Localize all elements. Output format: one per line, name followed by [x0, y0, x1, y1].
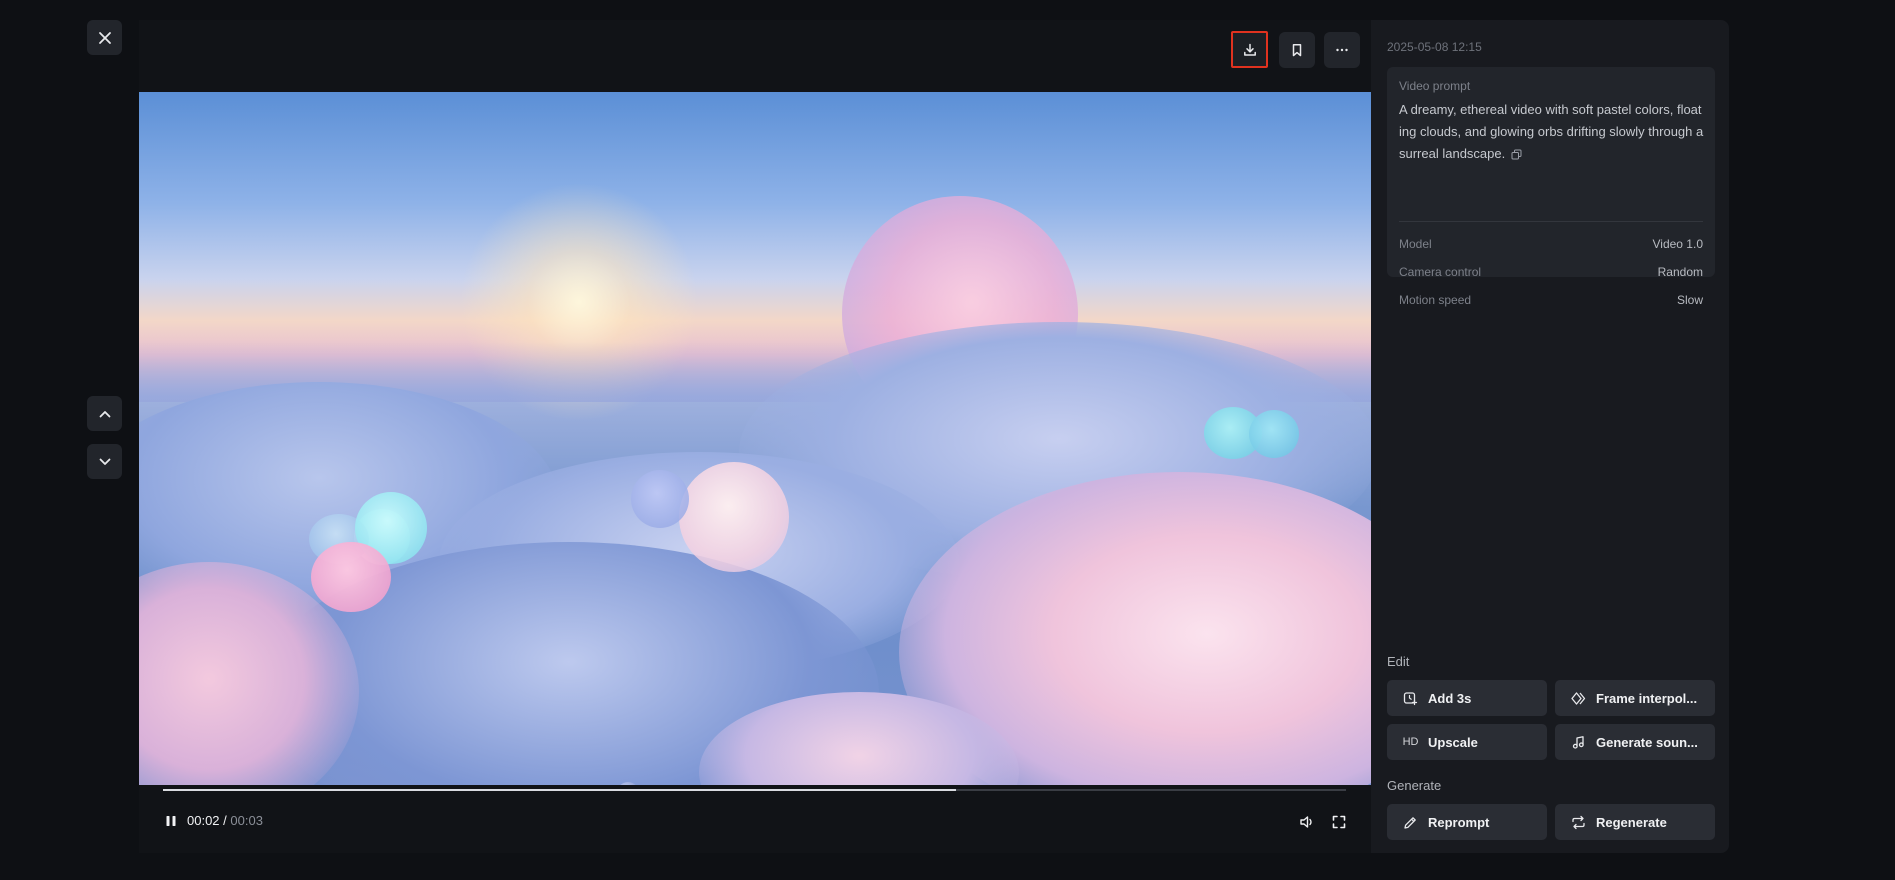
upscale-button[interactable]: HD Upscale	[1387, 724, 1547, 760]
pink-orb	[311, 542, 391, 612]
download-icon	[1243, 43, 1256, 56]
add-3s-label: Add 3s	[1428, 690, 1472, 706]
progress-bar[interactable]	[163, 789, 1346, 791]
progress-fill	[163, 789, 956, 791]
close-icon	[98, 31, 111, 44]
time-separator: /	[219, 813, 231, 828]
regenerate-button[interactable]: Regenerate	[1555, 804, 1715, 840]
more-horizontal-icon	[1336, 48, 1348, 52]
upscale-label: Upscale	[1428, 734, 1478, 750]
generate-sound-label: Generate soun...	[1596, 734, 1698, 750]
add-time-icon	[1403, 691, 1418, 706]
meta-row-motion-speed: Motion speed Slow	[1399, 293, 1703, 307]
video-info-card: Video prompt A dreamy, ethereal video wi…	[1387, 67, 1715, 307]
generate-sound-button[interactable]: Generate soun...	[1555, 724, 1715, 760]
copy-icon[interactable]	[1511, 149, 1522, 160]
card-divider	[1399, 221, 1703, 222]
chevron-up-icon	[99, 410, 110, 417]
chevron-down-icon	[99, 458, 110, 465]
meta-value: Random	[1657, 265, 1703, 279]
next-video-button[interactable]	[87, 444, 122, 479]
meta-key: Camera control	[1399, 265, 1482, 279]
meta-value: Slow	[1676, 293, 1703, 307]
bookmark-icon	[1292, 44, 1302, 57]
pause-icon[interactable]	[164, 814, 178, 828]
video-frame[interactable]	[139, 92, 1371, 785]
edit-section-label: Edit	[1387, 654, 1410, 669]
generate-section-label: Generate	[1387, 778, 1442, 793]
volume-icon[interactable]	[1299, 814, 1315, 830]
meta-value: Video 1.0	[1652, 237, 1704, 251]
previous-video-button[interactable]	[87, 396, 122, 431]
reprompt-button[interactable]: Reprompt	[1387, 804, 1547, 840]
regenerate-label: Regenerate	[1596, 814, 1667, 830]
small-pink-orb	[679, 462, 789, 572]
small-blue-orb	[631, 470, 689, 528]
download-button[interactable]	[1231, 31, 1268, 68]
add-3s-button[interactable]: Add 3s	[1387, 680, 1547, 716]
frame-interpolation-icon	[1571, 691, 1586, 706]
teal-orb	[1249, 410, 1299, 458]
prompt-text: A dreamy, ethereal video with soft paste…	[1399, 102, 1704, 161]
created-timestamp: 2025-05-08 12:15	[1387, 40, 1482, 54]
close-button[interactable]	[87, 20, 122, 55]
prompt-label: Video prompt	[1399, 79, 1471, 93]
prompt-text-container: A dreamy, ethereal video with soft paste…	[1399, 99, 1704, 165]
total-time: 00:03	[230, 813, 263, 828]
video-player: 00:02 / 00:03	[139, 20, 1371, 853]
music-note-icon	[1571, 735, 1586, 750]
pencil-icon	[1403, 815, 1418, 830]
details-panel: 2025-05-08 12:15 Video prompt A dreamy, …	[1371, 20, 1729, 853]
fullscreen-icon[interactable]	[1331, 814, 1347, 830]
hd-icon: HD	[1402, 736, 1419, 748]
frame-interpolation-label: Frame interpol...	[1596, 690, 1698, 706]
reprompt-label: Reprompt	[1428, 814, 1490, 830]
time-display: 00:02 / 00:03	[187, 813, 263, 828]
current-time: 00:02	[187, 813, 220, 828]
frame-interpolation-button[interactable]: Frame interpol...	[1555, 680, 1715, 716]
bookmark-button[interactable]	[1279, 32, 1315, 68]
meta-key: Model	[1399, 237, 1432, 251]
meta-row-model: Model Video 1.0	[1399, 237, 1703, 251]
meta-key: Motion speed	[1399, 293, 1472, 307]
meta-row-camera-control: Camera control Random	[1399, 265, 1703, 279]
more-options-button[interactable]	[1324, 32, 1360, 68]
refresh-icon	[1571, 815, 1586, 830]
